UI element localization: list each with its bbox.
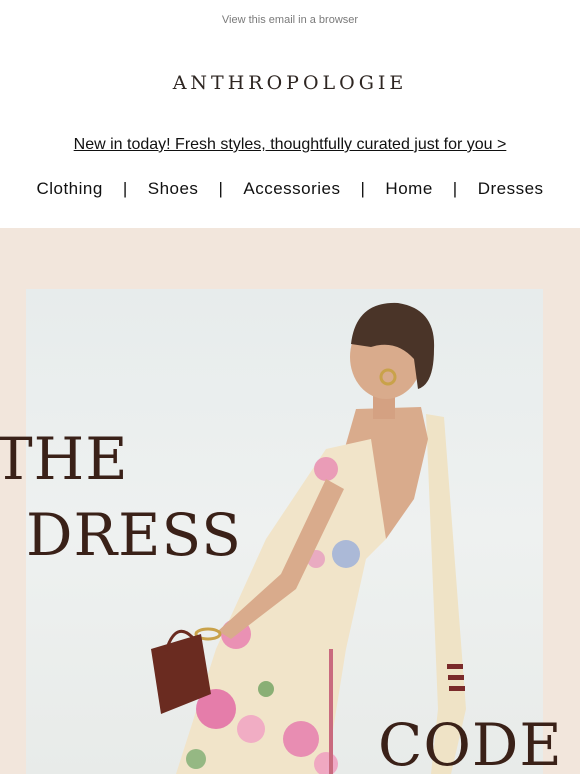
nav-separator: | <box>218 179 224 198</box>
nav-item-home[interactable]: Home <box>385 179 432 199</box>
nav-separator: | <box>360 179 366 198</box>
headline-word-dress: DRESS <box>26 501 242 569</box>
nav-separator: | <box>122 179 128 198</box>
headline-word-code: CODE <box>378 711 563 774</box>
category-nav: Clothing | Shoes | Accessories | Home | … <box>0 177 580 201</box>
brand-logo[interactable]: ANTHROPOLOGIE <box>0 72 580 94</box>
nav-item-accessories[interactable]: Accessories <box>243 179 340 199</box>
nav-item-shoes[interactable]: Shoes <box>148 179 199 199</box>
nav-item-dresses[interactable]: Dresses <box>478 179 544 199</box>
nav-separator: | <box>452 179 458 198</box>
nav-item-clothing[interactable]: Clothing <box>36 179 102 199</box>
view-in-browser-link[interactable]: View this email in a browser <box>0 14 580 26</box>
headline-word-the: THE <box>0 425 129 493</box>
hero-banner[interactable]: THE DRESS CODE <box>0 228 580 774</box>
promo-link[interactable]: New in today! Fresh styles, thoughtfully… <box>0 136 580 154</box>
